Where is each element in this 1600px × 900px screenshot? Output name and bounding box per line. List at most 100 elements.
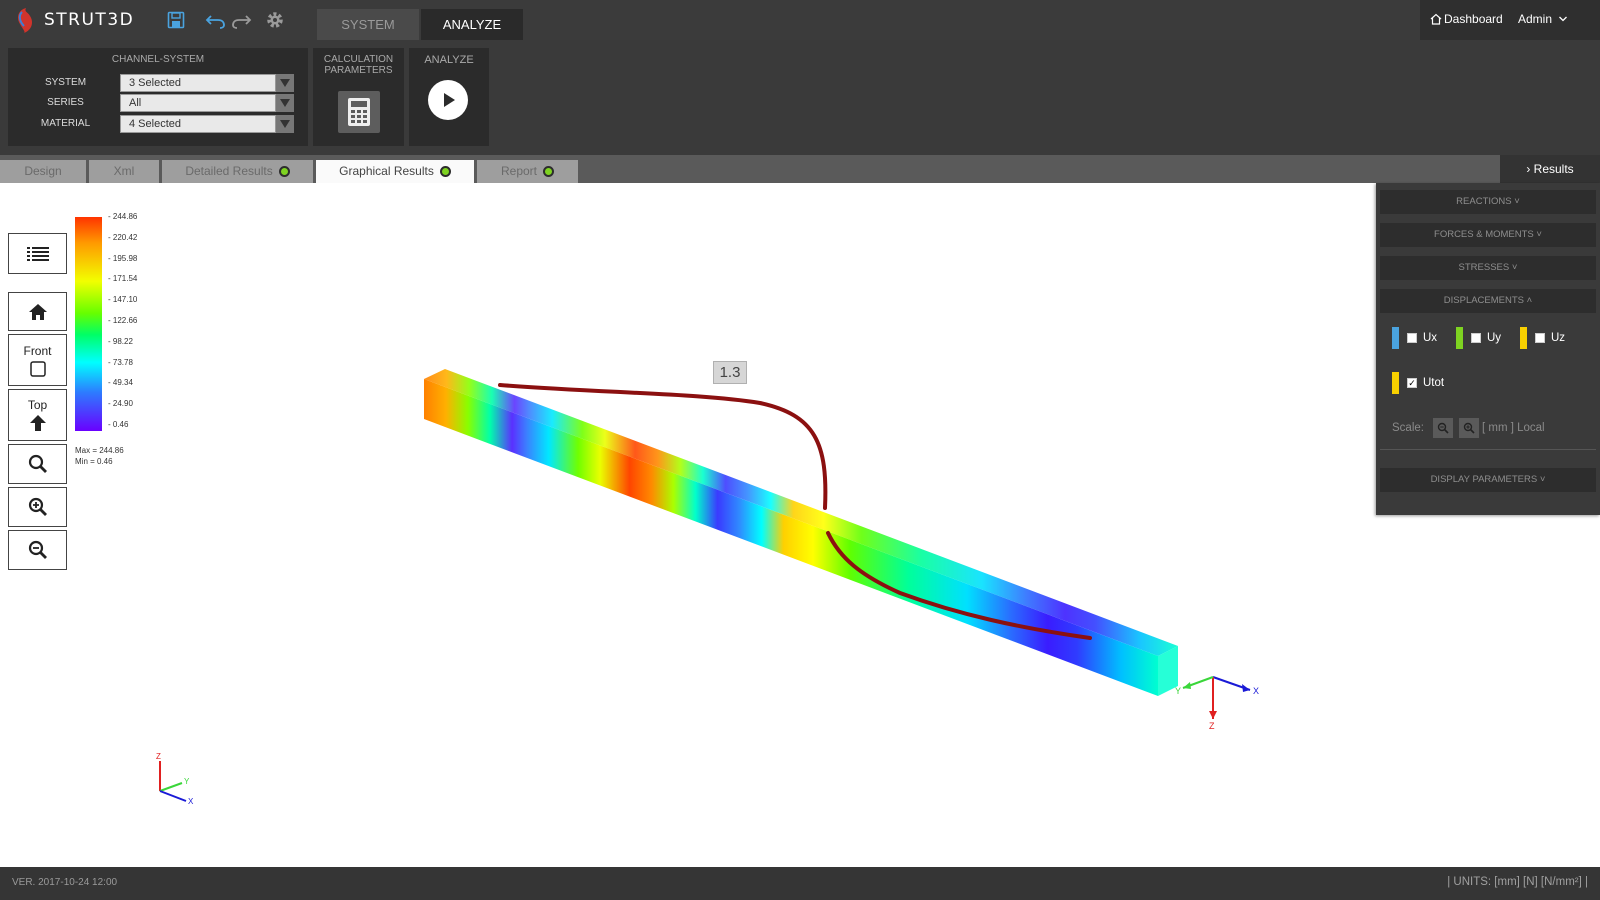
series-row: SERIES All xyxy=(8,94,298,112)
scale-label: Scale: xyxy=(1392,422,1424,434)
system-dropdown-arrow-icon[interactable] xyxy=(276,74,294,92)
forces-moments-label: FORCES & MOMENTS xyxy=(1434,229,1534,240)
tab-detailed-results-label: Detailed Results xyxy=(185,164,272,178)
undo-icon[interactable] xyxy=(204,8,228,32)
beam-model[interactable] xyxy=(424,369,1178,696)
zoom-out-icon xyxy=(1437,422,1449,434)
redo-icon[interactable] xyxy=(229,8,253,32)
system-label: SYSTEM xyxy=(8,74,123,92)
global-axis-z-label: Z xyxy=(156,752,161,761)
material-dropdown-arrow-icon[interactable] xyxy=(276,115,294,133)
tab-xml[interactable]: Xml xyxy=(89,160,159,183)
tab-analyze[interactable]: ANALYZE xyxy=(421,9,523,40)
local-axis-y-label: Y xyxy=(1175,686,1181,696)
save-icon[interactable] xyxy=(164,8,188,32)
units-text: | UNITS: [mm] [N] [N/mm²] | xyxy=(1447,876,1588,888)
tab-detailed-results[interactable]: Detailed Results xyxy=(162,160,313,183)
analyze-title: ANALYZE xyxy=(409,55,489,66)
material-row: MATERIAL 4 Selected xyxy=(8,115,298,133)
beam-value-label: 1.3 xyxy=(713,361,747,384)
display-parameters-label: DISPLAY PARAMETERS xyxy=(1431,474,1538,485)
home-icon xyxy=(1430,13,1442,25)
ux-toggle[interactable]: Ux xyxy=(1392,327,1437,349)
utot-color-swatch xyxy=(1392,372,1399,394)
tab-design[interactable]: Design xyxy=(0,160,86,183)
uz-toggle[interactable]: Uz xyxy=(1520,327,1565,349)
scale-row: Scale: [ mm ] Local xyxy=(1392,418,1545,438)
displacements-section[interactable]: DISPLACEMENTS ˄ xyxy=(1380,289,1596,313)
forces-moments-section[interactable]: FORCES & MOMENTS ˅ xyxy=(1380,223,1596,247)
chevron-right-icon: › xyxy=(1526,162,1530,176)
chevron-down-icon: ˅ xyxy=(1536,229,1542,240)
stresses-section[interactable]: STRESSES ˅ xyxy=(1380,256,1596,280)
displacements-label: DISPLACEMENTS xyxy=(1444,295,1524,306)
footer: VER. 2017-10-24 12:00 | UNITS: [mm] [N] … xyxy=(0,867,1600,900)
status-dot-icon xyxy=(543,166,554,177)
calc-title-line1: CALCULATION xyxy=(313,54,404,65)
series-select[interactable]: All xyxy=(120,94,276,112)
series-dropdown-arrow-icon[interactable] xyxy=(276,94,294,112)
reactions-section[interactable]: REACTIONS ˅ xyxy=(1380,190,1596,214)
top-bar: STRUT3D SYSTEM ANALYZE Dashboard Admin xyxy=(0,0,1600,40)
admin-menu[interactable]: Admin xyxy=(1518,12,1568,26)
chevron-up-icon: ˄ xyxy=(1527,295,1533,306)
chevron-down-icon: ˅ xyxy=(1540,474,1546,485)
results-panel-toggle[interactable]: › Results xyxy=(1500,155,1600,183)
tab-graphical-results-label: Graphical Results xyxy=(339,164,434,178)
analyze-panel: ANALYZE xyxy=(409,48,489,146)
model-canvas xyxy=(0,183,1600,867)
global-axis-triad xyxy=(160,761,186,801)
global-axis-y-label: Y xyxy=(184,777,189,786)
material-label: MATERIAL xyxy=(8,115,123,133)
ux-checkbox[interactable] xyxy=(1407,333,1417,343)
status-dot-icon xyxy=(279,166,290,177)
admin-label: Admin xyxy=(1518,12,1552,26)
top-right-nav: Dashboard Admin xyxy=(1420,0,1600,40)
tab-report[interactable]: Report xyxy=(477,160,578,183)
app-logo[interactable]: STRUT3D xyxy=(12,5,134,35)
dashboard-label: Dashboard xyxy=(1444,12,1503,26)
local-axis-triad xyxy=(1183,677,1250,719)
uz-label: Uz xyxy=(1551,332,1565,344)
logo-text: STRUT3D xyxy=(44,10,134,30)
tab-system[interactable]: SYSTEM xyxy=(317,9,419,40)
sub-tabs-bar: Design Xml Detailed Results Graphical Re… xyxy=(0,155,1600,183)
zoom-in-icon xyxy=(1463,422,1475,434)
ux-label: Ux xyxy=(1423,332,1437,344)
channel-system-title: CHANNEL-SYSTEM xyxy=(8,54,308,65)
chevron-down-icon: ˅ xyxy=(1512,262,1518,273)
uy-color-swatch xyxy=(1456,327,1463,349)
scale-units: [ mm ] Local xyxy=(1482,422,1545,434)
ribbon: CHANNEL-SYSTEM SYSTEM 3 Selected SERIES … xyxy=(0,40,1600,155)
chevron-down-icon xyxy=(1558,15,1568,23)
dashboard-link[interactable]: Dashboard xyxy=(1430,12,1503,26)
status-dot-icon xyxy=(440,166,451,177)
system-row: SYSTEM 3 Selected xyxy=(8,74,298,92)
divider xyxy=(1380,449,1596,450)
display-parameters-section[interactable]: DISPLAY PARAMETERS ˅ xyxy=(1380,468,1596,492)
uy-toggle[interactable]: Uy xyxy=(1456,327,1501,349)
global-axis-x-label: X xyxy=(188,797,193,806)
system-select[interactable]: 3 Selected xyxy=(120,74,276,92)
analyze-run-button[interactable] xyxy=(428,80,468,120)
tab-graphical-results[interactable]: Graphical Results xyxy=(316,160,474,183)
calculation-parameters-button[interactable] xyxy=(338,91,380,133)
tab-report-label: Report xyxy=(501,164,537,178)
uz-checkbox[interactable] xyxy=(1535,333,1545,343)
ux-color-swatch xyxy=(1392,327,1399,349)
scale-zoom-in-button[interactable] xyxy=(1459,418,1479,438)
series-label: SERIES xyxy=(8,94,123,112)
version-text: VER. 2017-10-24 12:00 xyxy=(12,877,117,888)
material-select[interactable]: 4 Selected xyxy=(120,115,276,133)
scale-zoom-out-button[interactable] xyxy=(1433,418,1453,438)
results-toggle-label: Results xyxy=(1534,162,1574,176)
reactions-label: REACTIONS xyxy=(1456,196,1511,207)
local-axis-x-label: X xyxy=(1253,686,1259,696)
settings-gear-icon[interactable] xyxy=(263,8,287,32)
calculator-icon xyxy=(347,97,371,127)
utot-toggle[interactable]: ✓ Utot xyxy=(1392,372,1444,394)
uy-checkbox[interactable] xyxy=(1471,333,1481,343)
utot-checkbox-checked[interactable]: ✓ xyxy=(1407,378,1417,388)
utot-label: Utot xyxy=(1423,377,1444,389)
graphical-viewport[interactable]: Front Top - 244.86- 220.42- 195.98- 171.… xyxy=(0,183,1600,867)
